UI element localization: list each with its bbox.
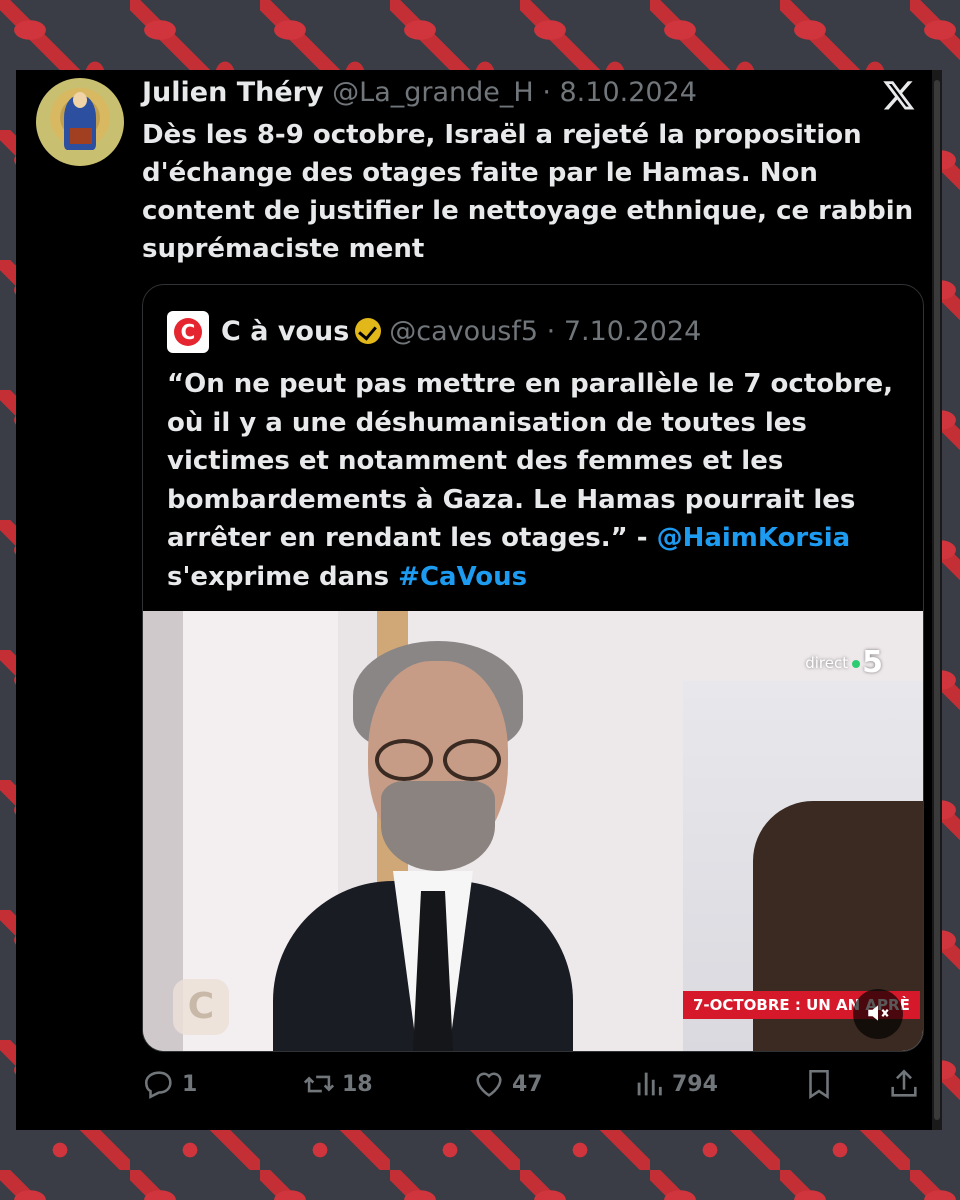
avatar-face — [73, 92, 87, 108]
quoted-tweet[interactable]: C C à vous @cavousf5 · 7.10.2024 “On ne p… — [142, 284, 924, 1052]
scrollbar-thumb[interactable] — [934, 80, 940, 1120]
views-count: 794 — [672, 1071, 718, 1097]
tweet-header: Julien Théry @La_grande_H · 8.10.2024 — [142, 76, 697, 110]
like-button[interactable]: 47 — [472, 1060, 543, 1108]
c-logo-letter: C — [180, 320, 196, 344]
bookmark-icon — [809, 1069, 829, 1100]
views-button[interactable]: 794 — [632, 1060, 718, 1108]
channel-label: direct — [805, 654, 849, 672]
speaker-glasses — [375, 739, 501, 781]
reply-button[interactable]: 1 — [142, 1060, 197, 1108]
speaker-muted-icon[interactable] — [853, 989, 903, 1039]
quoted-handle[interactable]: @cavousf5 — [389, 316, 538, 347]
c-watermark-logo: C — [173, 979, 229, 1035]
scrollbar[interactable] — [932, 70, 942, 1130]
repost-count: 18 — [342, 1071, 373, 1097]
share-button[interactable] — [887, 1060, 927, 1108]
x-logo-icon[interactable] — [882, 78, 916, 112]
avatar[interactable] — [36, 78, 124, 166]
repost-button[interactable]: 18 — [302, 1060, 373, 1108]
speaker-beard — [381, 781, 495, 871]
c-logo-icon: C — [174, 318, 202, 346]
share-icon — [891, 1069, 917, 1097]
quoted-avatar[interactable]: C — [167, 311, 209, 353]
channel-logo: direct 5 — [805, 645, 883, 680]
channel-dot-icon — [852, 660, 861, 668]
separator-dot: · — [546, 316, 556, 347]
tweet-text: Dès les 8-9 octobre, Israël a rejeté la … — [142, 120, 914, 264]
channel-number: 5 — [862, 645, 883, 680]
video-media[interactable]: direct 5 C 7-OCTOBRE : UN AN APRÈ — [143, 611, 923, 1051]
heart-icon — [476, 1072, 502, 1097]
quoted-header: C à vous @cavousf5 · 7.10.2024 — [221, 311, 701, 353]
reply-count: 1 — [182, 1071, 198, 1097]
separator-dot: · — [542, 77, 551, 108]
author-name[interactable]: Julien Théry — [142, 77, 324, 108]
action-bar: 1 18 47 794 — [142, 1060, 932, 1108]
mention-link[interactable]: @HaimKorsia — [657, 523, 851, 553]
like-count: 47 — [512, 1071, 543, 1097]
repost-icon — [303, 1075, 335, 1093]
avatar-book — [70, 128, 92, 144]
quoted-author-name[interactable]: C à vous — [221, 316, 349, 347]
tweet-card: Julien Théry @La_grande_H · 8.10.2024 Dè… — [16, 70, 942, 1130]
tweet-date[interactable]: 8.10.2024 — [560, 77, 697, 108]
verified-badge-icon — [355, 318, 382, 344]
quoted-date[interactable]: 7.10.2024 — [564, 316, 701, 347]
quoted-text-part2: s'exprime dans — [167, 561, 399, 592]
hashtag-link[interactable]: #CaVous — [398, 562, 527, 592]
bookmark-button[interactable] — [802, 1060, 842, 1108]
author-handle[interactable]: @La_grande_H — [332, 77, 534, 108]
reply-icon — [144, 1071, 172, 1099]
views-chart-icon — [637, 1072, 662, 1096]
quoted-text: “On ne peut pas mettre en parallèle le 7… — [167, 365, 897, 596]
